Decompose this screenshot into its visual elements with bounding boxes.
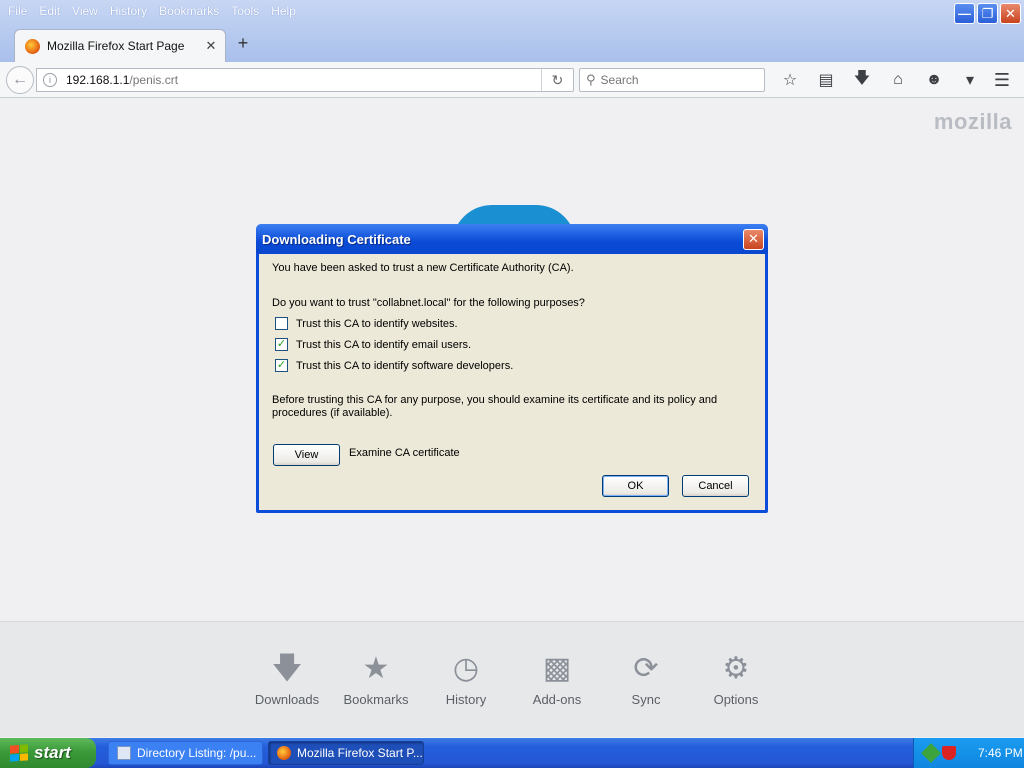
minimize-button[interactable]: — (954, 3, 975, 24)
trust-email-option[interactable]: ✓ Trust this CA to identify email users. (275, 338, 471, 351)
clock: 7:46 PM (978, 746, 1023, 760)
cancel-button[interactable]: Cancel (682, 475, 749, 497)
dialog-question-text: Do you want to trust "collabnet.local" f… (272, 297, 585, 309)
checkbox-label: Trust this CA to identify websites. (296, 317, 458, 330)
restore-icon: ❐ (981, 5, 994, 21)
dialog-title-bar[interactable]: Downloading Certificate ✕ (256, 224, 768, 254)
launcher-label: Add-ons (532, 692, 582, 707)
taskbar: start Directory Listing: /pu... Mozilla … (0, 738, 1024, 768)
puzzle-icon: ▩ (542, 652, 572, 685)
window-controls: — ❐ ✕ (954, 3, 1021, 24)
site-info-icon[interactable]: i (43, 73, 57, 87)
start-label: start (34, 743, 71, 762)
close-icon: ✕ (748, 231, 759, 246)
menu-file[interactable]: File (2, 4, 33, 18)
tab-close-icon[interactable]: ✕ (203, 38, 219, 54)
launcher-label: Options (713, 692, 759, 707)
new-tab-button[interactable]: + (234, 33, 252, 53)
view-certificate-button[interactable]: View (273, 444, 340, 466)
star-icon: ★ (362, 652, 390, 685)
plus-icon: + (237, 33, 249, 53)
launcher-addons[interactable]: ▩ Add-ons (512, 652, 602, 707)
url-path: /penis.crt (129, 73, 179, 87)
download-icon: 🡇 (271, 652, 303, 685)
url-bar[interactable]: i 192.168.1.1/penis.crt ↻ (36, 68, 574, 92)
download-arrow-icon[interactable]: 🡇 (844, 68, 880, 92)
navigation-toolbar: ← i 192.168.1.1/penis.crt ↻ ⚲ ☆ ▤ 🡇 ⌂ ☻ … (0, 62, 1024, 98)
launcher-downloads[interactable]: 🡇 Downloads (242, 652, 332, 707)
dialog-title: Downloading Certificate (262, 231, 411, 247)
firefox-icon (277, 746, 291, 760)
firefox-icon (25, 38, 40, 54)
search-icon: ⚲ (586, 72, 596, 87)
gear-icon: ⚙ (722, 652, 750, 685)
dialog-close-button[interactable]: ✕ (743, 228, 764, 250)
view-caption: Examine CA certificate (349, 447, 460, 459)
trust-email-checkbox[interactable]: ✓ (275, 338, 288, 351)
dialog-intro-text: You have been asked to trust a new Certi… (272, 262, 574, 274)
star-bookmark-icon[interactable]: ☆ (772, 68, 808, 92)
task-label: Directory Listing: /pu... (137, 746, 257, 760)
tab-start-page[interactable]: Mozilla Firefox Start Page ✕ (14, 29, 226, 62)
checkbox-label: Trust this CA to identify software devel… (296, 359, 514, 372)
url-host: 192.168.1.1 (66, 73, 130, 87)
menu-help[interactable]: Help (265, 4, 302, 18)
reload-icon[interactable]: ↻ (541, 69, 573, 91)
sync-icon: ⟳ (633, 652, 659, 685)
clock-icon: ◷ (452, 652, 480, 685)
menu-bookmarks[interactable]: Bookmarks (153, 4, 225, 18)
launcher-history[interactable]: ◷ History (421, 652, 511, 707)
launcher-sync[interactable]: ⟳ Sync (601, 652, 691, 707)
menu-tools[interactable]: Tools (225, 4, 265, 18)
browser-title-bar: File Edit View History Bookmarks Tools H… (0, 0, 1024, 62)
trust-websites-option[interactable]: Trust this CA to identify websites. (275, 317, 458, 330)
dialog-advice-text: Before trusting this CA for any purpose,… (272, 394, 718, 419)
launcher-label: Downloads (254, 692, 320, 707)
home-icon[interactable]: ⌂ (880, 68, 916, 92)
launcher-label: History (445, 692, 487, 707)
launcher-label: Bookmarks (343, 692, 409, 707)
toolbar-icons: ☆ ▤ 🡇 ⌂ ☻ ▾ (772, 68, 988, 92)
trust-websites-checkbox[interactable] (275, 317, 288, 330)
security-shield-icon[interactable] (942, 746, 956, 760)
hamburger-menu-button[interactable]: ☰ (988, 68, 1016, 92)
network-tray-icon[interactable] (921, 743, 941, 763)
taskbar-item-firefox[interactable]: Mozilla Firefox Start P... (268, 741, 424, 765)
trust-software-checkbox[interactable]: ✓ (275, 359, 288, 372)
pocket-icon[interactable]: ▾ (952, 68, 988, 92)
ok-button[interactable]: OK (602, 475, 669, 497)
mozilla-logo: mozilla (933, 109, 1012, 134)
back-button[interactable]: ← (6, 66, 34, 94)
close-icon: ✕ (1005, 5, 1016, 21)
minimize-icon: — (958, 6, 971, 21)
launcher-bookmarks[interactable]: ★ Bookmarks (331, 652, 421, 707)
menu-edit[interactable]: Edit (33, 4, 66, 18)
tab-title: Mozilla Firefox Start Page (47, 39, 185, 53)
launcher-label: Sync (631, 692, 661, 707)
search-bar[interactable]: ⚲ (579, 68, 765, 92)
task-label: Mozilla Firefox Start P... (297, 746, 423, 760)
menu-history[interactable]: History (104, 4, 153, 18)
certificate-dialog: Downloading Certificate ✕ You have been … (256, 224, 768, 513)
restore-button[interactable]: ❐ (977, 3, 998, 24)
search-input[interactable] (600, 73, 751, 87)
start-button[interactable]: start (0, 738, 96, 768)
dialog-body: You have been asked to trust a new Certi… (259, 254, 765, 510)
back-arrow-icon: ← (12, 71, 28, 88)
checkbox-label: Trust this CA to identify email users. (296, 338, 472, 351)
menu-view[interactable]: View (66, 4, 104, 18)
taskbar-item-directory-listing[interactable]: Directory Listing: /pu... (108, 741, 263, 765)
launcher-options[interactable]: ⚙ Options (691, 652, 781, 707)
windows-logo-icon (10, 744, 28, 762)
window-close-button[interactable]: ✕ (1000, 3, 1021, 24)
launcher-bar: 🡇 Downloads ★ Bookmarks ◷ History ▩ Add-… (0, 621, 1024, 737)
reading-list-icon[interactable]: ▤ (808, 68, 844, 92)
system-tray: 7:46 PM (913, 738, 1024, 768)
hamburger-icon: ☰ (993, 69, 1011, 90)
explorer-window-icon (117, 746, 131, 760)
menu-bar: File Edit View History Bookmarks Tools H… (0, 0, 302, 22)
trust-software-option[interactable]: ✓ Trust this CA to identify software dev… (275, 359, 513, 372)
smiley-feedback-icon[interactable]: ☻ (916, 68, 952, 92)
